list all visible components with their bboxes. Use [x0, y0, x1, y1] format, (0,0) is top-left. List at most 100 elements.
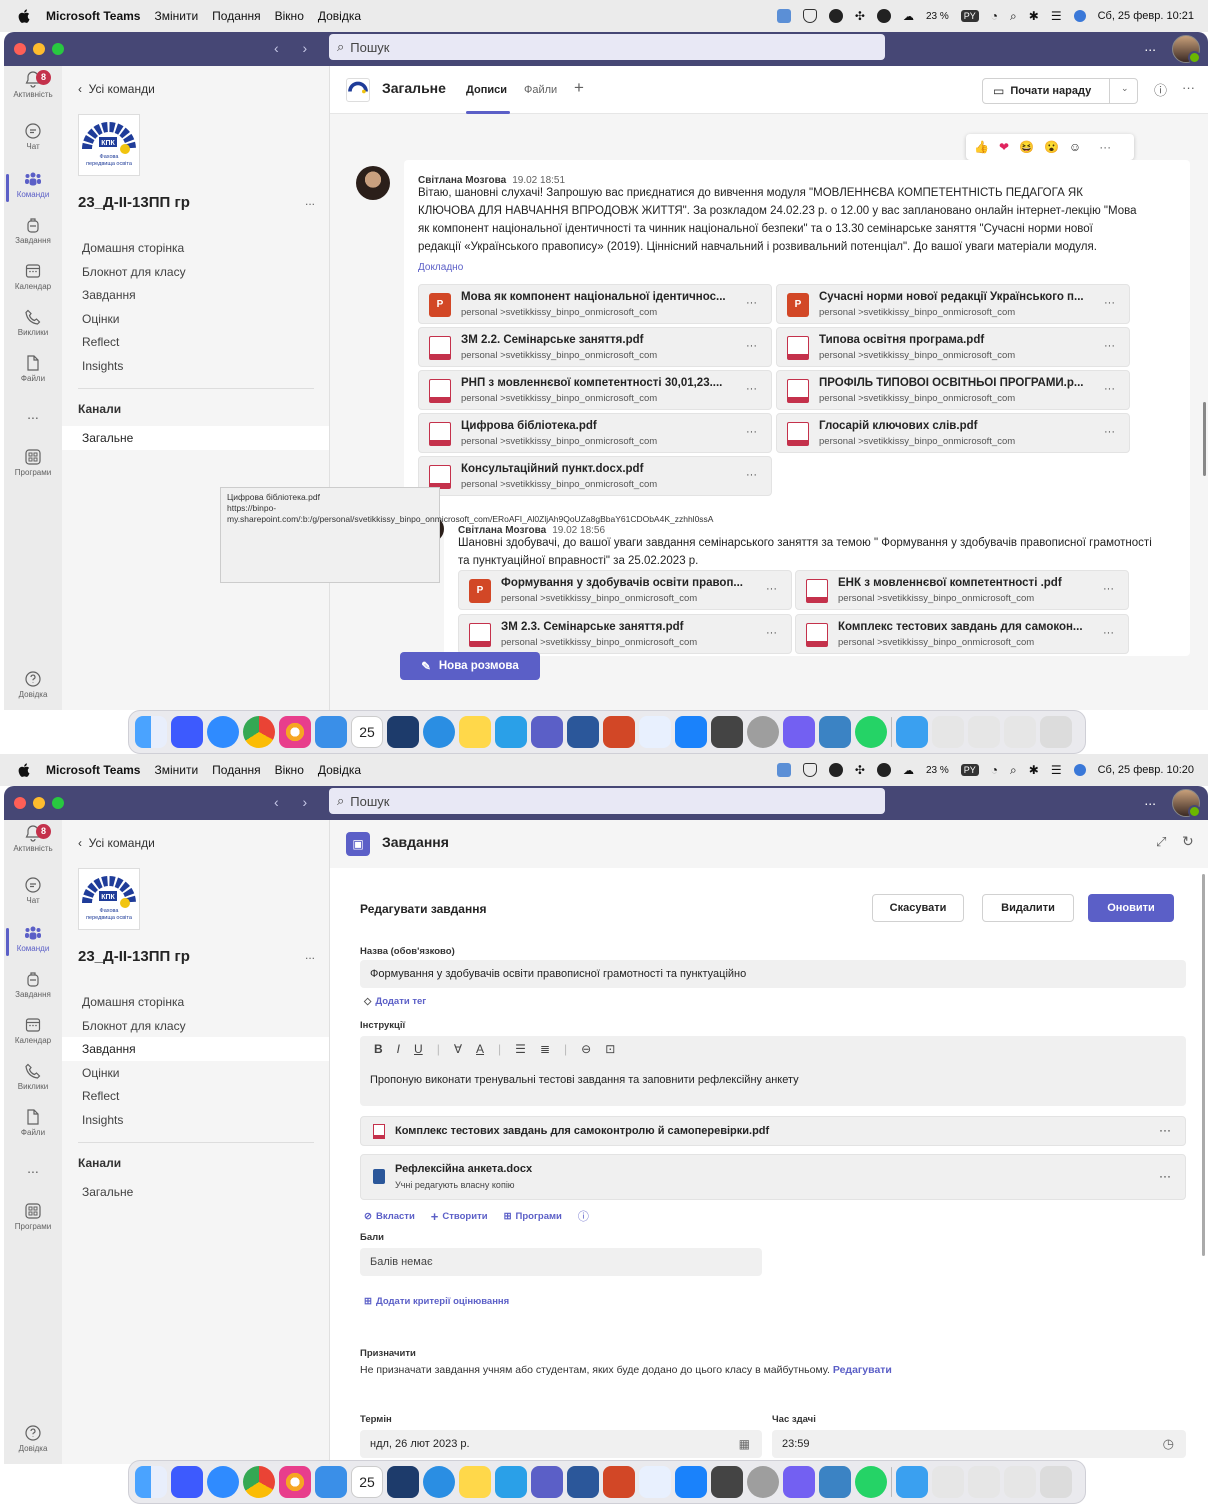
team-nav-insights[interactable]: Insights [62, 1108, 329, 1132]
rail-teams[interactable]: Команди [4, 924, 62, 956]
all-teams-link[interactable]: ‹ Усі команди [78, 82, 155, 96]
scrollbar[interactable] [1203, 402, 1206, 476]
whatsapp-icon[interactable] [855, 716, 887, 748]
team-nav-notebook[interactable]: Блокнот для класу [62, 260, 329, 284]
new-conversation-button[interactable]: ✎ Нова розмова [400, 652, 540, 680]
app-icon[interactable] [819, 1466, 851, 1498]
update-button[interactable]: Оновити [1088, 894, 1174, 922]
calendar-app-icon[interactable]: 25 [351, 1466, 383, 1498]
telegram-icon[interactable] [423, 1466, 455, 1498]
cancel-button[interactable]: Скасувати [872, 894, 964, 922]
bullet-list-button[interactable]: ☰ [515, 1042, 526, 1056]
points-input[interactable]: Балів немає [360, 1248, 762, 1276]
launchpad-icon[interactable] [171, 1466, 203, 1498]
due-date-input[interactable]: ндл, 26 лют 2023 р. ▦ [360, 1430, 762, 1458]
launchpad-icon[interactable] [171, 716, 203, 748]
keyboard-layout[interactable]: PY [960, 10, 979, 22]
author-avatar[interactable] [356, 166, 390, 200]
team-nav-notebook[interactable]: Блокнот для класу [62, 1014, 329, 1038]
laugh-reaction[interactable]: 😆 [1019, 140, 1034, 154]
rail-apps[interactable]: Програми [4, 1202, 62, 1231]
apple-icon[interactable] [16, 8, 32, 24]
notes-icon[interactable] [459, 716, 491, 748]
file-more-icon[interactable]: ··· [1104, 426, 1115, 438]
file-more-icon[interactable]: ··· [1104, 340, 1115, 352]
history-nav-arrows[interactable]: ‹ › [274, 794, 317, 810]
attachment-pdf[interactable]: Комплекс тестових завдань для самоконтро… [360, 1116, 1186, 1146]
rail-more[interactable]: ... [4, 406, 62, 422]
bold-button[interactable]: B [374, 1042, 383, 1056]
programs-button[interactable]: ⊞ Програми [504, 1211, 562, 1222]
rail-assignments[interactable]: Завдання [4, 970, 62, 999]
folder-icon[interactable] [896, 1466, 928, 1498]
teams-app-icon[interactable] [531, 1466, 563, 1498]
chrome-icon[interactable] [243, 716, 275, 748]
menu-edit[interactable]: Змінити [154, 763, 198, 777]
tab-posts[interactable]: Дописи [466, 84, 507, 96]
dropbox-icon[interactable]: ✣ [855, 763, 865, 777]
create-button[interactable]: + Створити [431, 1209, 488, 1224]
photos-icon[interactable] [279, 716, 311, 748]
file-more-icon[interactable]: ··· [766, 583, 777, 595]
rail-apps[interactable]: Програми [4, 448, 62, 477]
team-nav-home[interactable]: Домашня сторінка [62, 236, 329, 260]
rail-files[interactable]: Файли [4, 1108, 62, 1137]
numbered-list-button[interactable]: ≣ [540, 1042, 550, 1056]
shield-icon[interactable] [802, 763, 817, 777]
siri-icon[interactable] [1073, 764, 1086, 776]
instructions-editor[interactable]: B I U | ∀ A | ☰ ≣ | ⊖ ⊡ Пропоную виконат… [360, 1036, 1186, 1106]
add-rubric-button[interactable]: ⊞ Додати критерії оцінювання [364, 1296, 509, 1307]
team-nav-assignments[interactable]: Завдання [62, 1037, 329, 1061]
file-more-icon[interactable]: ··· [1104, 297, 1115, 309]
clock[interactable]: Сб, 25 февр. 10:20 [1098, 764, 1194, 776]
channel-general[interactable]: Загальне [62, 1180, 329, 1204]
search-input[interactable]: ⌕ Пошук [329, 788, 885, 814]
file-attachment[interactable]: P Сучасні норми нової редакції Українсько… [776, 284, 1130, 324]
minimize-window-button[interactable] [33, 797, 45, 809]
team-nav-home[interactable]: Домашня сторінка [62, 990, 329, 1014]
channel-info-icon[interactable]: ⓘ [1154, 80, 1167, 99]
file-more-icon[interactable]: ··· [766, 627, 777, 639]
rail-calendar[interactable]: Календар [4, 1016, 62, 1045]
apple-icon[interactable] [16, 762, 32, 778]
team-nav-reflect[interactable]: Reflect [62, 330, 329, 354]
spotlight-icon[interactable]: ⌕ [1010, 9, 1017, 24]
attachment-more-icon[interactable]: ··· [1159, 1123, 1171, 1137]
app-icon[interactable] [495, 1466, 527, 1498]
rail-files[interactable]: Файли [4, 354, 62, 383]
finder-icon[interactable] [135, 716, 167, 748]
rail-assignments[interactable]: Завдання [4, 216, 62, 245]
wifi-icon[interactable]: ◔ [991, 763, 998, 777]
file-attachment[interactable]: Цифрова бібліотека.pdf personal >svetikki… [418, 413, 772, 453]
menubar-app-name[interactable]: Microsoft Teams [46, 9, 140, 23]
file-attachment[interactable]: Консультаційний пункт.docx.pdf personal >… [418, 456, 772, 496]
team-nav-grades[interactable]: Оцінки [62, 307, 329, 331]
window-thumbnail[interactable] [1004, 1466, 1036, 1498]
calculator-icon[interactable] [711, 716, 743, 748]
menu-window[interactable]: Вікно [275, 9, 304, 23]
folder-icon[interactable] [896, 716, 928, 748]
finder-icon[interactable] [135, 1466, 167, 1498]
app-icon[interactable] [387, 1466, 419, 1498]
team-nav-reflect[interactable]: Reflect [62, 1084, 329, 1108]
file-attachment[interactable]: ЗМ 2.2. Семінарське заняття.pdf personal … [418, 327, 772, 367]
attachment-more-icon[interactable]: ··· [1159, 1169, 1171, 1183]
app-icon[interactable] [495, 716, 527, 748]
tab-files[interactable]: Файли [524, 84, 557, 96]
mail-icon[interactable] [315, 1466, 347, 1498]
bluetooth-icon[interactable]: ✱ [1029, 9, 1039, 23]
file-attachment[interactable]: ЕНК з мовленнєвої компетентності .pdf per… [795, 570, 1129, 610]
trash-icon[interactable] [1040, 716, 1072, 748]
message-more-icon[interactable]: ··· [1099, 140, 1111, 154]
file-attachment[interactable]: Глосарій ключових слів.pdf personal >svet… [776, 413, 1130, 453]
status-app3-icon[interactable] [876, 763, 891, 777]
system-settings-icon[interactable] [747, 716, 779, 748]
control-center-icon[interactable]: ☰ [1051, 763, 1062, 777]
close-window-button[interactable] [14, 43, 26, 55]
refresh-icon[interactable]: ↻ [1182, 833, 1194, 850]
add-tag-button[interactable]: ◇ Додати тег [364, 996, 426, 1007]
meet-now-button[interactable]: ▭ Почати нараду ⌄ [982, 78, 1138, 104]
powerpoint-icon[interactable] [603, 716, 635, 748]
assign-edit-link[interactable]: Редагувати [833, 1364, 892, 1376]
window-thumbnail[interactable] [968, 1466, 1000, 1498]
